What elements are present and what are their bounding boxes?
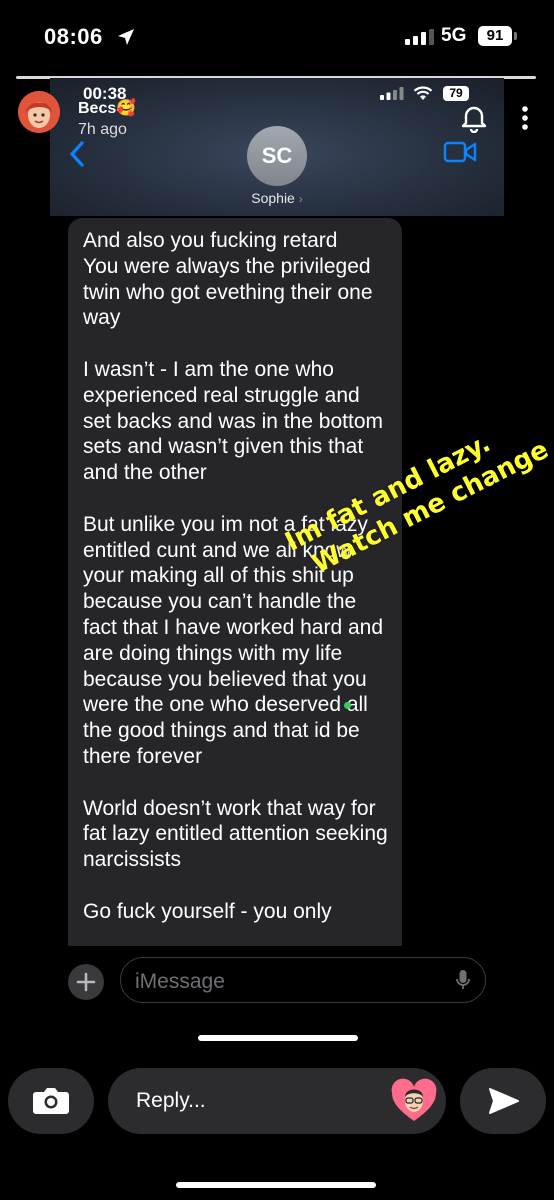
- avatar[interactable]: [18, 91, 60, 133]
- indicator-dot: [344, 702, 351, 709]
- screenshot-home-indicator: [198, 1035, 358, 1041]
- battery-level: 91: [478, 26, 512, 46]
- contact-avatar[interactable]: SC: [247, 126, 307, 186]
- message-text: And also you fucking retard You were alw…: [83, 229, 388, 923]
- reply-placeholder: Reply...: [136, 1089, 206, 1112]
- camera-icon: [33, 1088, 69, 1114]
- plus-icon: [76, 972, 96, 992]
- inner-signal-icon: [380, 87, 404, 100]
- home-indicator: [176, 1182, 376, 1188]
- add-attachment-button[interactable]: [68, 964, 104, 1000]
- more-options-icon[interactable]: [516, 103, 534, 133]
- status-bar: 08:06 5G 91: [0, 0, 554, 70]
- bell-icon[interactable]: [460, 103, 488, 133]
- memoji-reaction-icon[interactable]: [390, 1077, 438, 1125]
- location-arrow-icon: [118, 29, 134, 45]
- microphone-icon[interactable]: [455, 969, 471, 991]
- send-button[interactable]: [460, 1068, 546, 1134]
- wifi-icon: [413, 86, 433, 100]
- imessage-input[interactable]: iMessage: [120, 957, 486, 1003]
- send-arrow-icon: [489, 1088, 519, 1114]
- shared-screenshot: 00:38 79 SC Sophie › And also you fuckin…: [50, 78, 504, 1016]
- imessage-placeholder: iMessage: [135, 970, 225, 993]
- status-time: 08:06: [44, 24, 103, 49]
- story-username[interactable]: Becs🥰: [78, 98, 136, 118]
- story-age: 7h ago: [78, 121, 127, 138]
- message-input-bar: iMessage: [50, 946, 504, 1016]
- network-type: 5G: [441, 25, 467, 46]
- chevron-right-icon: ›: [298, 192, 303, 206]
- message-bubble: And also you fucking retard You were alw…: [68, 218, 402, 1016]
- contact-name: Sophie: [251, 190, 295, 206]
- cellular-signal-icon: [405, 29, 434, 45]
- camera-button[interactable]: [8, 1068, 94, 1134]
- inner-battery-level: 79: [443, 86, 469, 101]
- reply-input[interactable]: Reply...: [108, 1068, 446, 1134]
- video-call-icon[interactable]: [443, 140, 477, 164]
- contact-name-row[interactable]: Sophie ›: [50, 190, 504, 206]
- battery-icon: [514, 32, 517, 40]
- memoji-avatar-icon: [18, 91, 60, 133]
- back-chevron-icon[interactable]: [68, 140, 86, 168]
